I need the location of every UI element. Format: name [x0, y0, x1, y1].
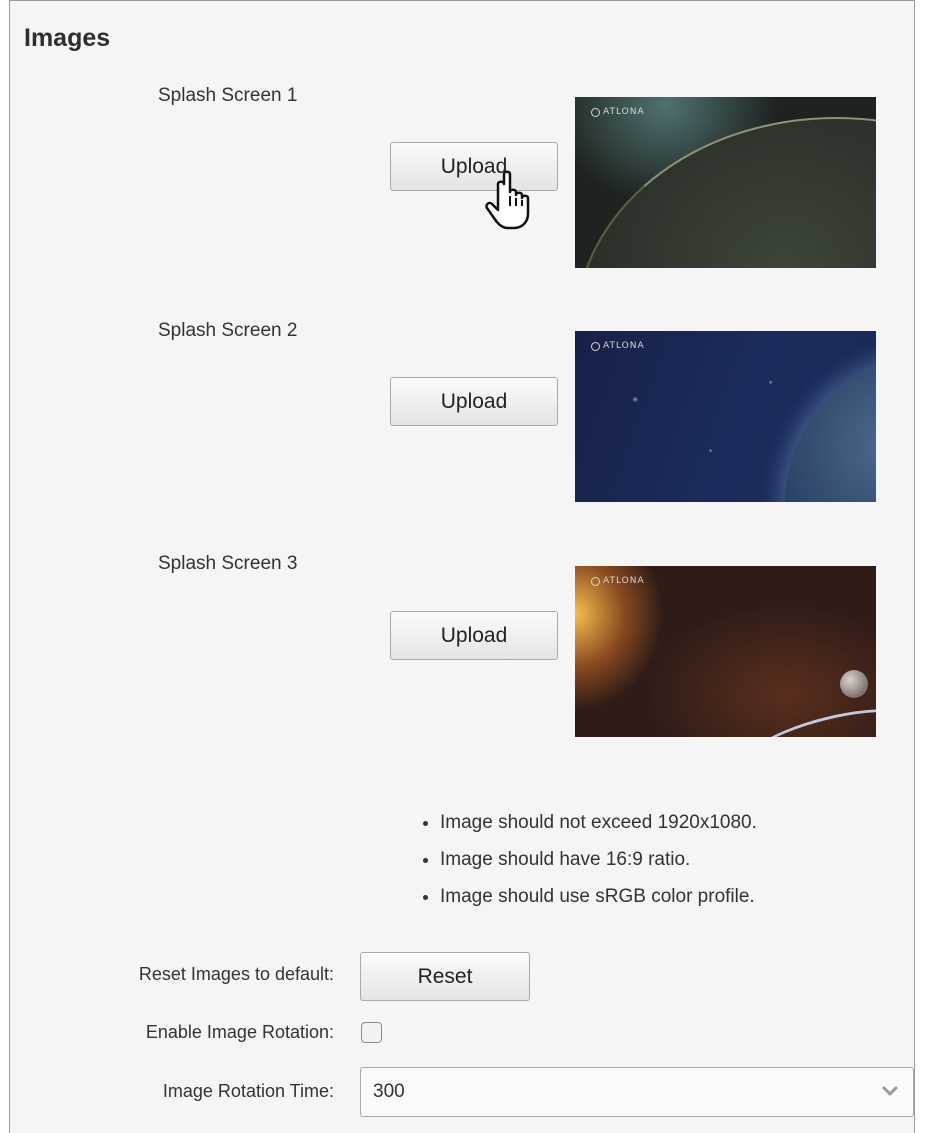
splash-screen-1-label: Splash Screen 1: [158, 85, 298, 106]
splash-screen-3-upload-button[interactable]: Upload: [390, 611, 558, 660]
requirement-item: Image should have 16:9 ratio.: [440, 841, 757, 878]
image-requirements-list: Image should not exceed 1920x1080. Image…: [412, 804, 757, 915]
section-title: Images: [24, 24, 111, 52]
requirement-item: Image should not exceed 1920x1080.: [440, 804, 757, 841]
planet-shape: [785, 356, 876, 502]
rotation-time-label: Image Rotation Time:: [162, 1081, 334, 1101]
reset-images-label: Reset Images to default:: [138, 964, 334, 984]
rotation-time-value: 300: [373, 1081, 405, 1102]
reset-button[interactable]: Reset: [360, 952, 530, 1001]
splash-screen-1-preview: ATLONA: [575, 97, 876, 268]
enable-rotation-checkbox[interactable]: [361, 1022, 382, 1043]
planet-arc: [575, 117, 876, 268]
splash-screen-2-upload-button[interactable]: Upload: [390, 377, 558, 426]
enable-rotation-label: Enable Image Rotation:: [145, 1022, 334, 1042]
splash-screen-3-label: Splash Screen 3: [158, 553, 298, 574]
atlona-logo-icon: ATLONA: [591, 576, 645, 586]
rotation-time-select[interactable]: 300: [360, 1067, 914, 1117]
atlona-logo-icon: ATLONA: [591, 341, 645, 351]
chevron-down-icon: [882, 1086, 898, 1096]
moon-shape: [840, 670, 868, 698]
splash-screen-2-label: Splash Screen 2: [158, 320, 298, 341]
splash-screen-2-preview: ATLONA: [575, 331, 876, 502]
atlona-logo-icon: ATLONA: [591, 107, 645, 117]
splash-screen-3-preview: ATLONA: [575, 566, 876, 737]
requirement-item: Image should use sRGB color profile.: [440, 878, 757, 915]
hand-pointer-icon: [485, 170, 530, 230]
